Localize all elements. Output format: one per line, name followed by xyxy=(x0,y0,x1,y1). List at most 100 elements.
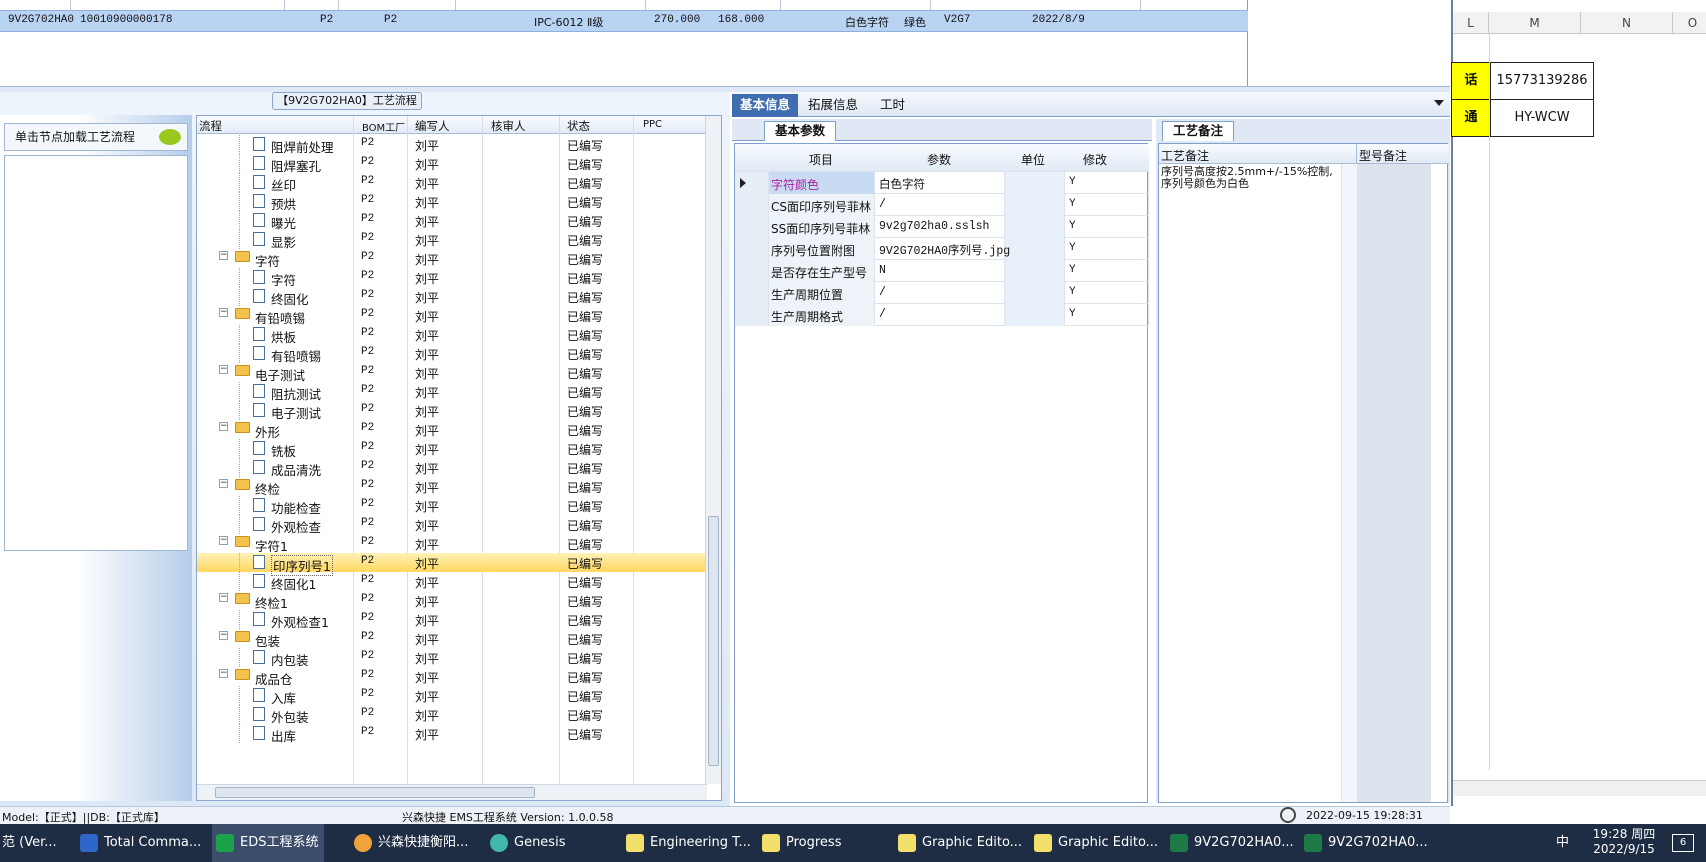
param-modify[interactable]: Y xyxy=(1069,220,1076,232)
param-row[interactable]: SS面印序列号菲林 9v2g702ha0.sslsh Y xyxy=(735,216,1149,238)
param-value[interactable]: 9v2g702ha0.sslsh xyxy=(879,220,989,233)
param-modify[interactable]: Y xyxy=(1069,176,1076,188)
notification-icon[interactable]: 6 xyxy=(1672,834,1694,852)
tree-row[interactable]: 入库 P2 刘平 已编写 xyxy=(197,686,707,706)
tree-row[interactable]: 外包装 P2 刘平 已编写 xyxy=(197,705,707,725)
taskbar-item[interactable]: 范 (Ver... xyxy=(0,824,57,862)
excel-cell[interactable]: 15773139286 xyxy=(1490,62,1594,100)
tree-row[interactable]: 阻焊塞孔 P2 刘平 已编写 xyxy=(197,154,707,174)
tree-row[interactable]: 外观检查 P2 刘平 已编写 xyxy=(197,515,707,535)
taskbar-engineering[interactable]: Engineering T... xyxy=(622,824,751,862)
taskbar-genesis[interactable]: Genesis xyxy=(486,824,565,862)
tree-row[interactable]: − 字符 P2 刘平 已编写 xyxy=(197,249,707,269)
taskbar-eds[interactable]: EDS工程系统 xyxy=(212,824,324,862)
ime-indicator[interactable]: 中 xyxy=(1556,824,1569,862)
tab-basic-info[interactable]: 基本信息 xyxy=(732,94,799,117)
param-value[interactable]: 白色字符 xyxy=(879,176,925,192)
tree-row[interactable]: 预烘 P2 刘平 已编写 xyxy=(197,192,707,212)
collapse-icon[interactable]: − xyxy=(219,479,228,488)
sidebar-node-box[interactable] xyxy=(4,155,188,551)
tree-row[interactable]: 铣板 P2 刘平 已编写 xyxy=(197,439,707,459)
notes-box[interactable]: 工艺备注 型号备注 序列号高度按2.5mm+/-15%控制, 序列号颜色为白色 xyxy=(1158,143,1449,803)
tab-basic-params[interactable]: 基本参数 xyxy=(764,121,837,141)
param-modify[interactable]: Y xyxy=(1069,308,1076,320)
collapse-icon[interactable]: − xyxy=(219,669,228,678)
collapse-icon[interactable]: − xyxy=(219,365,228,374)
tree-row[interactable]: − 终检 P2 刘平 已编写 xyxy=(197,477,707,497)
tree-row[interactable]: 字符 P2 刘平 已编写 xyxy=(197,268,707,288)
tab-process-notes[interactable]: 工艺备注 xyxy=(1162,121,1235,141)
tree-row[interactable]: 成品清洗 P2 刘平 已编写 xyxy=(197,458,707,478)
notes-scrollbar[interactable] xyxy=(1341,164,1357,802)
column-L[interactable]: L xyxy=(1453,12,1489,34)
column-M[interactable]: M xyxy=(1489,12,1581,34)
param-modify[interactable]: Y xyxy=(1069,286,1076,298)
collapse-icon[interactable]: − xyxy=(219,251,228,260)
tree-horizontal-scrollbar[interactable] xyxy=(197,784,707,800)
taskbar-xingsen[interactable]: 兴森快捷衡阳... xyxy=(350,824,468,862)
column-N[interactable]: N xyxy=(1581,12,1673,34)
taskbar-graphic-editor[interactable]: Graphic Edito... xyxy=(894,824,1022,862)
tree-row[interactable]: 有铅喷锡 P2 刘平 已编写 xyxy=(197,344,707,364)
excel-horizontal-scrollbar[interactable] xyxy=(1453,780,1706,796)
tree-row[interactable]: 内包装 P2 刘平 已编写 xyxy=(197,648,707,668)
excel-cell[interactable]: HY-WCW xyxy=(1490,99,1594,137)
param-value[interactable]: N xyxy=(879,264,886,277)
excel-cell[interactable]: 通 xyxy=(1451,99,1491,137)
scroll-thumb[interactable] xyxy=(708,516,719,766)
collapse-icon[interactable]: − xyxy=(219,422,228,431)
param-value[interactable]: / xyxy=(879,286,886,299)
tree-row[interactable]: 外观检查1 P2 刘平 已编写 xyxy=(197,610,707,630)
collapse-icon[interactable]: − xyxy=(219,536,228,545)
param-row[interactable]: 是否存在生产型号 N Y xyxy=(735,260,1149,282)
tree-row[interactable]: 功能检查 P2 刘平 已编写 xyxy=(197,496,707,516)
tree-row[interactable]: − 有铅喷锡 P2 刘平 已编写 xyxy=(197,306,707,326)
tree-row[interactable]: 显影 P2 刘平 已编写 xyxy=(197,230,707,250)
param-row[interactable]: 生产周期位置 / Y xyxy=(735,282,1149,304)
tree-row[interactable]: 丝印 P2 刘平 已编写 xyxy=(197,173,707,193)
tree-row[interactable]: − 成品仓 P2 刘平 已编写 xyxy=(197,667,707,687)
taskbar-progress[interactable]: Progress xyxy=(758,824,841,862)
tree-row[interactable]: 终固化 P2 刘平 已编写 xyxy=(197,287,707,307)
collapse-icon[interactable]: − xyxy=(219,631,228,640)
top-grid-row[interactable]: 9V2G702HA0 10010900000178 P2 P2 IPC-6012… xyxy=(0,10,1248,32)
tree-row[interactable]: 烘板 P2 刘平 已编写 xyxy=(197,325,707,345)
taskbar-graphic-editor-2[interactable]: Graphic Edito... xyxy=(1030,824,1158,862)
tree-row[interactable]: 阻抗测试 P2 刘平 已编写 xyxy=(197,382,707,402)
tree-row[interactable]: − 终检1 P2 刘平 已编写 xyxy=(197,591,707,611)
tree-row[interactable]: − 电子测试 P2 刘平 已编写 xyxy=(197,363,707,383)
param-row[interactable]: 序列号位置附图 9V2G702HA0序列号.jpg Y xyxy=(735,238,1149,260)
param-row[interactable]: 生产周期格式 / Y xyxy=(735,304,1149,326)
tree-row[interactable]: 电子测试 P2 刘平 已编写 xyxy=(197,401,707,421)
param-row[interactable]: CS面印序列号菲林 / Y xyxy=(735,194,1149,216)
tree-row[interactable]: 印序列号1 P2 刘平 已编写 xyxy=(197,553,707,576)
excel-cell[interactable]: 话 xyxy=(1451,62,1491,100)
params-grid[interactable]: 项目 参数 单位 修改 字符颜色 白色字符 Y CS面印序列号菲林 / Y SS面印序列号菲… xyxy=(734,143,1149,803)
param-modify[interactable]: Y xyxy=(1069,264,1076,276)
tab-work-hours[interactable]: 工时 xyxy=(872,94,913,117)
load-flow-header[interactable]: 单击节点加载工艺流程 xyxy=(4,123,188,151)
param-modify[interactable]: Y xyxy=(1069,242,1076,254)
param-value[interactable]: / xyxy=(879,308,886,321)
clock[interactable]: 19:28 周四 2022/9/15 xyxy=(1588,827,1660,857)
scroll-thumb[interactable] xyxy=(215,787,535,798)
tree-row[interactable]: 阻焊前处理 P2 刘平 已编写 xyxy=(197,135,707,155)
model-notes-area[interactable] xyxy=(1357,164,1431,802)
collapse-icon[interactable]: − xyxy=(219,593,228,602)
taskbar-excel[interactable]: 9V2G702HA0... xyxy=(1166,824,1294,862)
taskbar-total-commander[interactable]: Total Comma... xyxy=(76,824,201,862)
param-modify[interactable]: Y xyxy=(1069,198,1076,210)
process-notes-text[interactable]: 序列号高度按2.5mm+/-15%控制, 序列号颜色为白色 xyxy=(1161,166,1341,190)
tab-dropdown-icon[interactable] xyxy=(1434,100,1444,106)
param-row[interactable]: 字符颜色 白色字符 Y xyxy=(735,172,1149,194)
tree-row[interactable]: 曝光 P2 刘平 已编写 xyxy=(197,211,707,231)
tab-extended-info[interactable]: 拓展信息 xyxy=(800,94,866,117)
tree-row[interactable]: 出库 P2 刘平 已编写 xyxy=(197,724,707,744)
tree-row[interactable]: 终固化1 P2 刘平 已编写 xyxy=(197,572,707,592)
tree-row[interactable]: − 外形 P2 刘平 已编写 xyxy=(197,420,707,440)
param-value[interactable]: / xyxy=(879,198,886,211)
tree-vertical-scrollbar[interactable] xyxy=(705,116,721,784)
param-value[interactable]: 9V2G702HA0序列号.jpg xyxy=(879,242,1010,258)
column-O[interactable]: O xyxy=(1673,12,1706,34)
tree-row[interactable]: − 字符1 P2 刘平 已编写 xyxy=(197,534,707,554)
